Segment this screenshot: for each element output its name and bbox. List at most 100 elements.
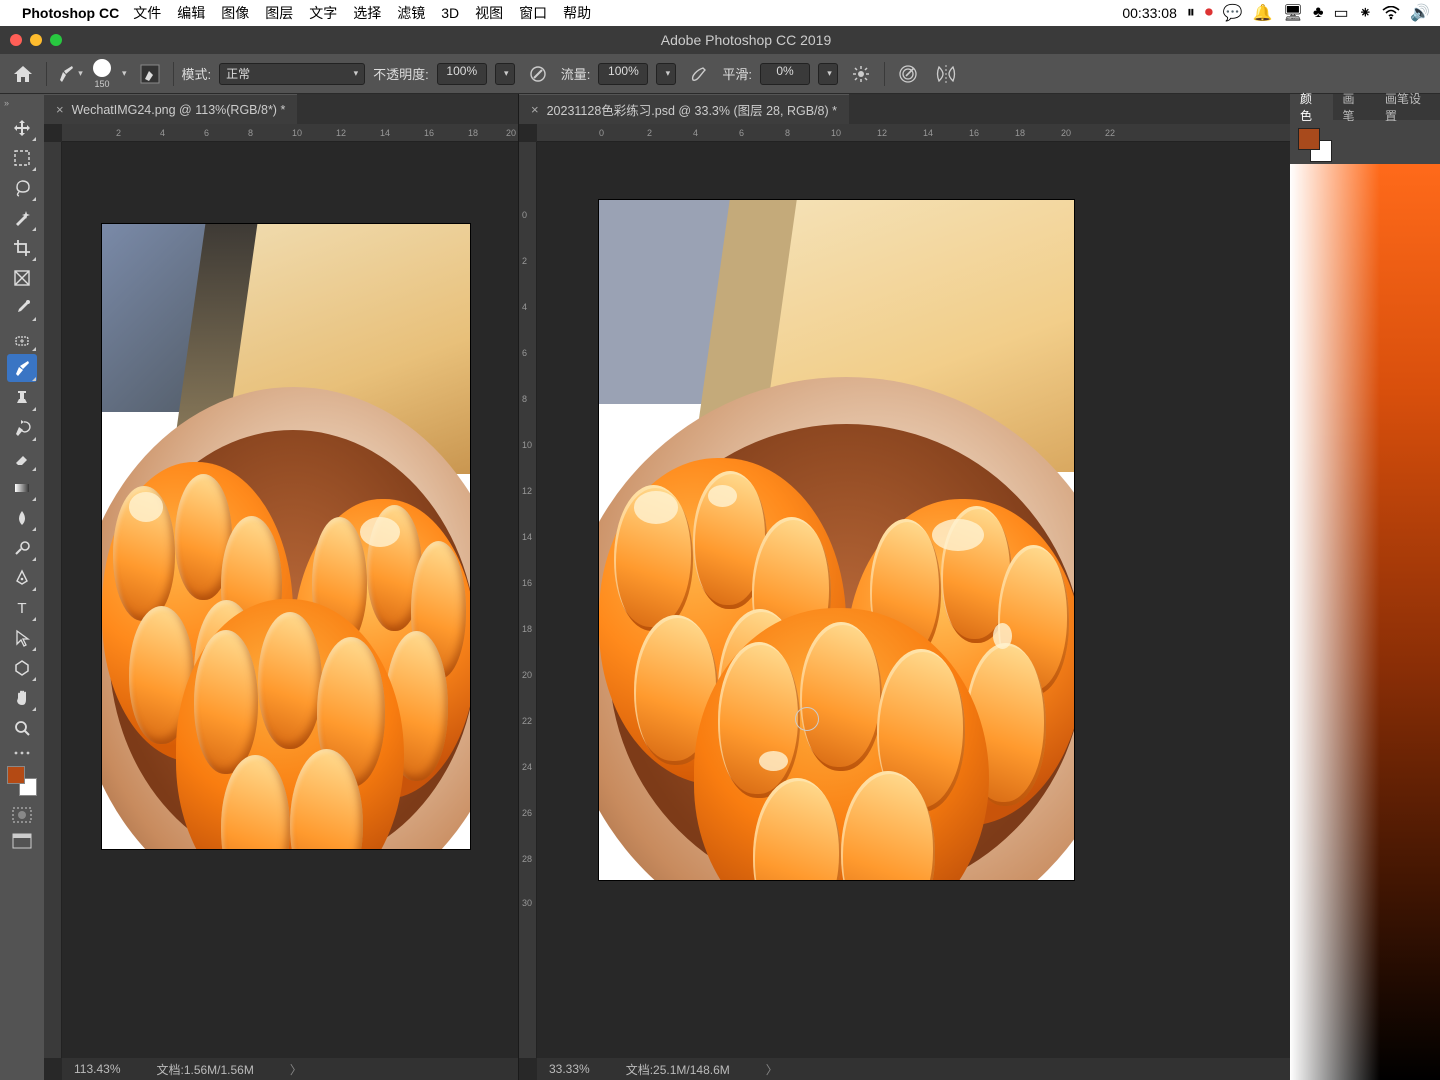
healing-brush-tool[interactable] bbox=[7, 324, 37, 352]
marquee-tool[interactable] bbox=[7, 144, 37, 172]
pen-tool[interactable] bbox=[7, 564, 37, 592]
airbrush-toggle[interactable] bbox=[684, 59, 714, 89]
menu-select[interactable]: 选择 bbox=[353, 3, 381, 23]
doc-size-readout[interactable]: 文档:1.56M/1.56M bbox=[156, 1061, 253, 1078]
symmetry-toggle[interactable] bbox=[931, 59, 961, 89]
window-title: Adobe Photoshop CC 2019 bbox=[62, 32, 1430, 48]
zoom-readout[interactable]: 33.33% bbox=[549, 1062, 590, 1076]
opacity-input[interactable]: 100% bbox=[437, 63, 487, 85]
panel-tab-color[interactable]: 颜色 bbox=[1290, 94, 1333, 120]
opacity-slider-toggle[interactable]: ▾ bbox=[495, 63, 515, 85]
pressure-opacity-toggle[interactable] bbox=[523, 59, 553, 89]
lasso-tool[interactable] bbox=[7, 174, 37, 202]
close-tab-icon[interactable]: × bbox=[56, 102, 64, 117]
record-icon[interactable]: ⏺ bbox=[1205, 4, 1213, 22]
screen-mirror-icon[interactable]: ▭ bbox=[1334, 3, 1349, 23]
brush-tool[interactable] bbox=[7, 354, 37, 382]
right-panels: 颜色 画笔 画笔设置 bbox=[1290, 94, 1440, 1080]
menu-layer[interactable]: 图层 bbox=[265, 3, 293, 23]
horizontal-ruler[interactable]: 2 4 6 8 10 12 14 16 18 20 bbox=[62, 124, 518, 142]
hand-tool[interactable] bbox=[7, 684, 37, 712]
bluetooth-icon[interactable]: ⁕ bbox=[1359, 3, 1372, 23]
wifi-icon[interactable] bbox=[1382, 6, 1400, 20]
crop-tool[interactable] bbox=[7, 234, 37, 262]
menu-help[interactable]: 帮助 bbox=[563, 3, 591, 23]
clone-stamp-tool[interactable] bbox=[7, 384, 37, 412]
history-brush-tool[interactable] bbox=[7, 414, 37, 442]
document-tab-left[interactable]: × WechatIMG24.png @ 113%(RGB/8*) * bbox=[44, 94, 297, 124]
flow-input[interactable]: 100% bbox=[598, 63, 648, 85]
vertical-ruler[interactable] bbox=[44, 142, 62, 1058]
display-icon[interactable]: 🖥 bbox=[1283, 3, 1303, 23]
blur-tool[interactable] bbox=[7, 504, 37, 532]
panel-tab-brush-settings[interactable]: 画笔设置 bbox=[1375, 94, 1440, 120]
horizontal-ruler[interactable]: 0 2 4 6 8 10 12 14 16 18 20 22 bbox=[537, 124, 1290, 142]
tab-title: WechatIMG24.png @ 113%(RGB/8*) * bbox=[72, 103, 286, 117]
chevron-down-icon: ▾ bbox=[354, 68, 359, 79]
tool-preset-picker[interactable]: ▾ bbox=[55, 59, 85, 89]
move-tool[interactable] bbox=[7, 114, 37, 142]
document-tab-right[interactable]: × 20231128色彩练习.psd @ 33.3% (图层 28, RGB/8… bbox=[519, 94, 849, 124]
smoothing-label: 平滑: bbox=[722, 64, 752, 83]
menu-filter[interactable]: 滤镜 bbox=[397, 3, 425, 23]
brush-preset-picker[interactable]: 150 bbox=[93, 59, 111, 89]
eyedropper-tool[interactable] bbox=[7, 294, 37, 322]
color-picker-field[interactable] bbox=[1290, 164, 1440, 1080]
status-menu-icon[interactable]: 〉 bbox=[290, 1061, 302, 1078]
zoom-tool[interactable] bbox=[7, 714, 37, 742]
menu-3d[interactable]: 3D bbox=[441, 5, 459, 21]
status-bar-right: 33.33% 文档:25.1M/148.6M 〉 bbox=[537, 1058, 1290, 1080]
app-name[interactable]: Photoshop CC bbox=[22, 5, 119, 21]
type-tool[interactable]: T bbox=[7, 594, 37, 622]
menu-edit[interactable]: 编辑 bbox=[177, 3, 205, 23]
quick-mask-toggle[interactable] bbox=[9, 804, 35, 826]
panel-tab-brushes[interactable]: 画笔 bbox=[1333, 94, 1376, 120]
magic-wand-tool[interactable] bbox=[7, 204, 37, 232]
menu-type[interactable]: 文字 bbox=[309, 3, 337, 23]
gradient-tool[interactable] bbox=[7, 474, 37, 502]
doc-size-readout[interactable]: 文档:25.1M/148.6M bbox=[626, 1061, 730, 1078]
frame-tool[interactable] bbox=[7, 264, 37, 292]
eraser-tool[interactable] bbox=[7, 444, 37, 472]
menu-image[interactable]: 图像 bbox=[221, 3, 249, 23]
smoothing-options-button[interactable] bbox=[846, 59, 876, 89]
volume-icon[interactable]: 🔊 bbox=[1410, 3, 1430, 23]
close-tab-icon[interactable]: × bbox=[531, 102, 539, 117]
status-menu-icon[interactable]: 〉 bbox=[766, 1061, 778, 1078]
home-button[interactable] bbox=[8, 59, 38, 89]
artboard-photo bbox=[102, 224, 470, 849]
minimize-window-icon[interactable] bbox=[30, 34, 42, 46]
edit-toolbar-button[interactable] bbox=[7, 744, 37, 762]
options-bar: ▾ 150 ▾ 模式: 正常 ▾ 不透明度: 100% ▾ 流量: 100% ▾… bbox=[0, 54, 1440, 94]
brush-settings-toggle[interactable] bbox=[135, 59, 165, 89]
shape-tool[interactable] bbox=[7, 654, 37, 682]
canvas-viewport-right[interactable] bbox=[537, 142, 1290, 1058]
maximize-window-icon[interactable] bbox=[50, 34, 62, 46]
notification-icon[interactable]: 🔔 bbox=[1253, 3, 1273, 23]
clover-icon[interactable]: ♣︎ bbox=[1313, 4, 1324, 22]
canvas-viewport-left[interactable] bbox=[62, 142, 518, 1058]
screen-mode-toggle[interactable] bbox=[9, 830, 35, 852]
dodge-tool[interactable] bbox=[7, 534, 37, 562]
mode-label: 模式: bbox=[182, 64, 212, 83]
close-window-icon[interactable] bbox=[10, 34, 22, 46]
vertical-ruler[interactable]: 0 2 4 6 8 10 12 14 16 18 20 22 24 26 28 … bbox=[519, 142, 537, 1058]
foreground-color-swatch[interactable] bbox=[7, 766, 25, 784]
svg-text:T: T bbox=[17, 600, 26, 617]
smoothing-input[interactable]: 0% bbox=[760, 63, 810, 85]
blend-mode-select[interactable]: 正常 ▾ bbox=[219, 63, 365, 85]
zoom-readout[interactable]: 113.43% bbox=[74, 1062, 120, 1076]
menu-view[interactable]: 视图 bbox=[475, 3, 503, 23]
path-selection-tool[interactable] bbox=[7, 624, 37, 652]
panel-foreground-swatch[interactable] bbox=[1298, 128, 1320, 150]
toolbox-collapse-icon[interactable]: » bbox=[0, 98, 44, 112]
flow-slider-toggle[interactable]: ▾ bbox=[656, 63, 676, 85]
wechat-status-icon[interactable]: 💬 bbox=[1223, 3, 1243, 23]
menu-file[interactable]: 文件 bbox=[133, 3, 161, 23]
pause-icon[interactable]: ⏸ bbox=[1187, 4, 1195, 22]
menu-window[interactable]: 窗口 bbox=[519, 3, 547, 23]
smoothing-slider-toggle[interactable]: ▾ bbox=[818, 63, 838, 85]
color-swatches[interactable] bbox=[7, 766, 37, 796]
chevron-down-icon[interactable]: ▾ bbox=[122, 68, 127, 79]
pressure-size-toggle[interactable] bbox=[893, 59, 923, 89]
